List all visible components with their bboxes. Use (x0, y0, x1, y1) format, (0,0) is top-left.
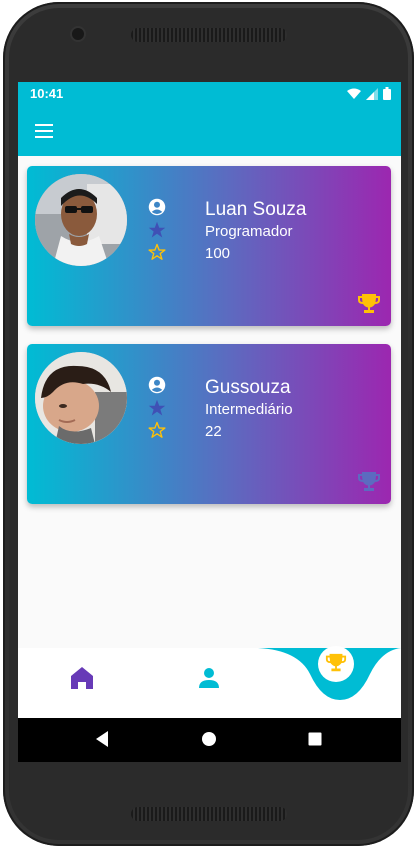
card-level: Intermediário (205, 401, 293, 418)
person-icon[interactable] (189, 658, 229, 698)
account-circle-icon (148, 198, 166, 216)
bottom-navigation (18, 646, 401, 718)
bottom-speaker-grille (131, 807, 287, 821)
system-navigation-bar (18, 718, 401, 762)
card-points: 100 (205, 245, 231, 262)
star-outline-icon (148, 243, 166, 260)
status-icons (347, 87, 391, 100)
ranking-card-1[interactable]: Luan Souza Programador 100 (27, 166, 391, 326)
battery-icon (383, 87, 391, 100)
card-name: Luan Souza (205, 199, 307, 220)
card-level: Programador (205, 223, 293, 240)
signal-icon (366, 87, 378, 100)
device-screen: 10:41 Luan Souza Programador 100 Gussouz… (18, 82, 401, 762)
front-camera (72, 28, 84, 40)
card-name: Gussouza (205, 377, 291, 398)
back-icon[interactable] (94, 730, 110, 748)
wifi-icon (347, 88, 361, 99)
card-points: 22 (205, 423, 222, 440)
app-bar (18, 106, 401, 156)
home-icon[interactable] (62, 658, 102, 698)
trophy-icon (325, 653, 347, 672)
active-tab-bubble[interactable] (318, 646, 354, 682)
avatar (35, 352, 127, 444)
ranking-card-2[interactable]: Gussouza Intermediário 22 (27, 344, 391, 504)
recents-icon[interactable] (307, 730, 323, 748)
account-circle-icon (148, 376, 166, 394)
top-speaker-grille (131, 28, 287, 42)
trophy-icon (358, 294, 380, 313)
trophy-icon (358, 472, 380, 491)
star-filled-icon (148, 399, 166, 416)
menu-icon[interactable] (35, 124, 53, 138)
home-circle-icon[interactable] (201, 730, 217, 748)
star-outline-icon (148, 421, 166, 438)
avatar (35, 174, 127, 266)
status-time: 10:41 (30, 86, 64, 101)
star-filled-icon (148, 221, 166, 238)
status-bar: 10:41 (18, 82, 401, 106)
